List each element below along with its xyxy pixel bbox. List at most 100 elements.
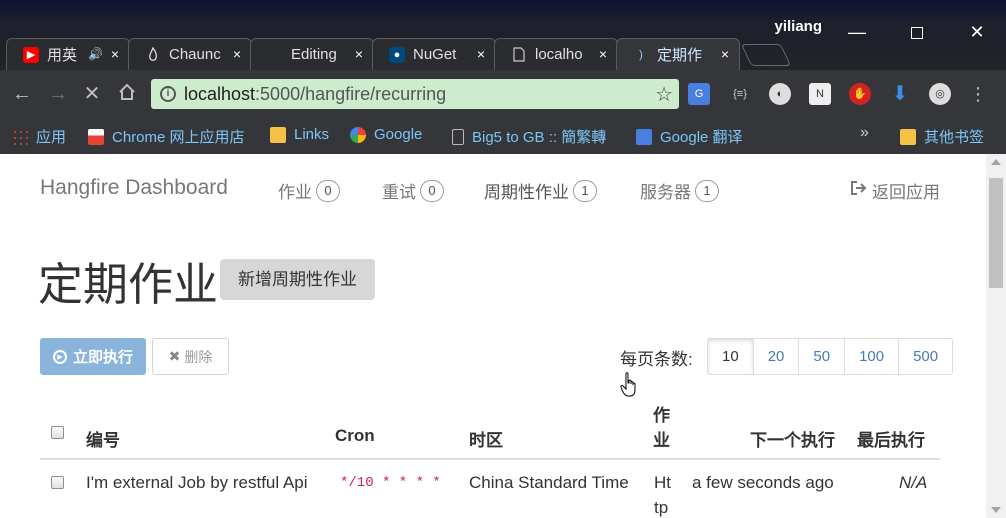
scrollbar-thumb[interactable] [989,178,1003,288]
menu-kebab-icon[interactable]: ⋮ [967,83,989,105]
bookmark-big5[interactable]: Big5 to GB :: 簡繁轉 [452,126,606,147]
page-scrollbar[interactable] [986,154,1006,518]
nav-servers[interactable]: 服务器 1 [640,178,719,203]
sign-out-icon [850,180,868,201]
pie-extension-icon[interactable]: ◐ [769,83,791,105]
url-text[interactable]: localhost:5000/hangfire/recurring [184,84,446,105]
forward-arrow-icon[interactable]: → [46,83,70,105]
info-icon[interactable]: i [160,86,176,102]
back-arrow-icon[interactable]: ← [10,83,34,105]
tab-editing[interactable]: Editing × [250,38,374,70]
page-size-option[interactable]: 50 [798,339,844,374]
button-label: 立即执行 [72,349,133,366]
select-all-checkbox[interactable] [51,426,64,439]
column-header-last: 最后执行 [857,431,925,450]
back-to-app-link[interactable]: 返回应用 [850,178,940,203]
bookmark-apps[interactable]: 应用 [12,126,66,147]
table-header-divider [40,458,940,460]
maximize-icon [911,27,923,40]
tab-chauncy[interactable]: Chaunc × [128,38,252,70]
minimize-button[interactable]: — [842,20,872,44]
column-header-job: 作 [653,406,670,425]
audio-icon[interactable]: 🔊 [88,47,103,61]
url-host: localhost [184,84,256,104]
bookmark-label: Big5 to GB :: 簡繁轉 [472,129,607,146]
notion-extension-icon[interactable]: N [809,83,831,105]
bookmarks-overflow-button[interactable]: » [860,124,869,142]
bookmark-other[interactable]: 其他书签 [900,126,984,147]
nav-recurring[interactable]: 周期性作业 1 [484,178,597,203]
tab-close-icon[interactable]: × [477,46,485,62]
nav-retries[interactable]: 重试 0 [382,178,444,203]
tab-close-icon[interactable]: × [355,46,363,62]
page-size-option[interactable]: 100 [844,339,898,374]
scroll-up-icon[interactable] [991,159,1001,165]
youtube-icon: ▶ [23,46,39,63]
column-header-next: 下一个执行 [750,431,835,450]
bookmark-google-translate[interactable]: Google 翻译 [636,126,743,147]
column-header-timezone: 时区 [469,431,503,450]
nuget-icon: ● [389,46,405,63]
page-size-option[interactable]: 10 [708,339,753,374]
bookmark-label: Google 翻译 [660,129,743,146]
close-window-button[interactable]: ✕ [962,20,992,44]
cron-cell: */10 * * * * [340,475,441,491]
translate-icon [636,128,652,145]
bookmark-label: 其他书签 [924,129,985,146]
bookmark-chrome-store[interactable]: Chrome 网上应用店 [88,126,245,147]
blank-icon [267,47,283,63]
bookmark-google[interactable]: Google [350,126,422,143]
page-size-option[interactable]: 20 [752,339,799,374]
home-icon[interactable] [115,83,139,106]
page-icon [452,128,464,145]
profile-name[interactable]: yiliang [774,18,822,35]
adblock-extension-icon[interactable]: ✋ [849,83,871,105]
json-extension-icon[interactable]: {≡} [729,83,751,105]
add-recurring-job-button[interactable]: 新增周期性作业 [220,259,375,300]
timezone-cell: China Standard Time [469,473,629,492]
address-bar[interactable]: i localhost:5000/hangfire/recurring ☆ [151,79,679,109]
brand-link[interactable]: Hangfire Dashboard [40,176,228,200]
translate-extension-icon[interactable]: G [688,83,710,105]
download-extension-icon[interactable]: ⬇ [889,83,911,105]
bookmarks-bar: 应用 Chrome 网上应用店 Links Google Big5 to GB … [0,118,1006,154]
stop-loading-icon[interactable]: ✕ [80,83,104,105]
count-badge: 0 [316,179,340,202]
tab-close-icon[interactable]: × [233,46,241,62]
tab-close-icon[interactable]: × [111,46,119,62]
bookmark-label: Google [374,126,423,143]
nav-label: 作业 [278,183,312,202]
nav-jobs[interactable]: 作业 0 [278,178,340,203]
nav-label: 服务器 [640,183,691,202]
tab-strip: ▶ 用英 🔊 × Chaunc × Editing × ● NuGet × lo [6,38,792,70]
tab-close-icon[interactable]: × [599,46,607,62]
tab-youtube[interactable]: ▶ 用英 🔊 × [6,38,130,70]
tab-title: 定期作 [657,47,703,64]
job-cell: Ht [654,473,671,492]
tab-nuget[interactable]: ● NuGet × [372,38,496,70]
tab-localhost[interactable]: localho × [494,38,618,70]
folder-icon [900,128,916,145]
delete-button[interactable]: ✖ 删除 [152,338,229,375]
count-badge: 1 [695,179,719,202]
google-icon [350,126,366,143]
column-header-job-cont: 业 [653,431,670,450]
job-id-cell[interactable]: I'm external Job by restful Api [86,473,308,493]
last-execution-cell: N/A [899,473,928,492]
bookmark-star-icon[interactable]: ☆ [655,82,673,107]
job-cell-cont: tp [654,498,669,517]
tab-close-icon[interactable]: × [721,46,729,62]
tab-title: Editing [291,46,337,63]
page-size-option[interactable]: 500 [898,339,952,374]
new-tab-button[interactable] [740,44,792,66]
bookmark-links[interactable]: Links [270,126,329,143]
nav-label: 周期性作业 [484,183,569,202]
browser-toolbar: ← → ✕ i localhost:5000/hangfire/recurrin… [0,70,1006,118]
tab-recurring-active[interactable]: ) 定期作 × [616,38,740,70]
trigger-now-button[interactable]: ▶ 立即执行 [40,338,146,375]
scroll-down-icon[interactable] [991,507,1001,513]
maximize-button[interactable] [902,20,932,44]
page-title: 定期作业 [38,259,219,310]
film-extension-icon[interactable]: ◎ [929,83,951,105]
row-checkbox[interactable] [51,476,64,489]
